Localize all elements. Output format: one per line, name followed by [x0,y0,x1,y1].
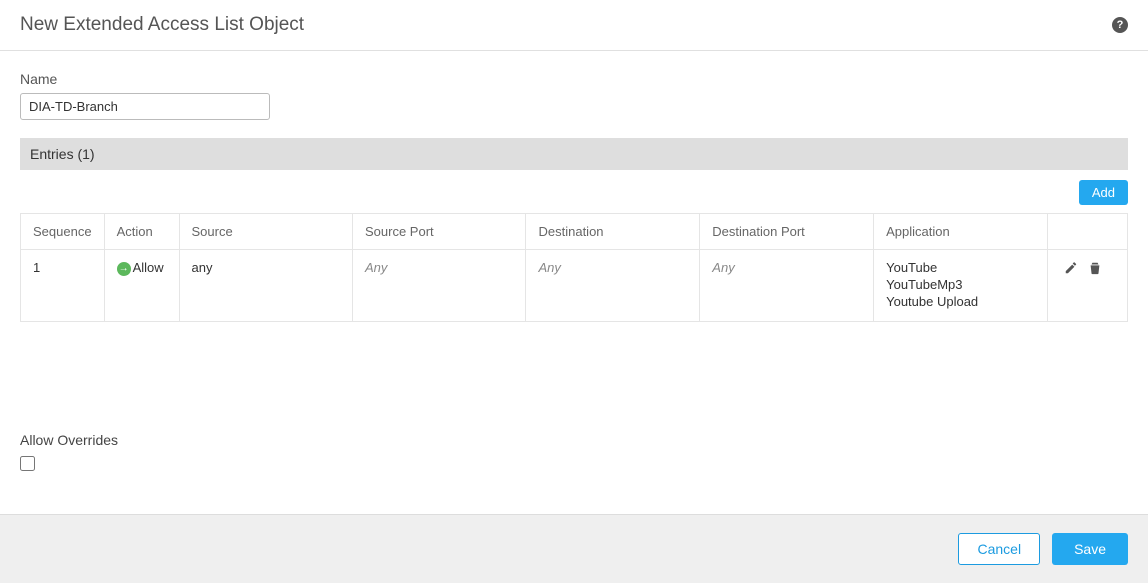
col-application: Application [874,214,1048,250]
add-button[interactable]: Add [1079,180,1128,205]
col-destination: Destination [526,214,700,250]
col-action: Action [104,214,179,250]
application-item: YouTube [886,260,1035,277]
cell-source: any [179,250,352,322]
action-text: Allow [133,260,164,275]
cell-destination: Any [526,250,700,322]
table-row[interactable]: 1 →Allow any Any Any Any YouTube YouTube… [21,250,1128,322]
application-item: Youtube Upload [886,294,1035,311]
dialog-body: Name Entries (1) Add Sequence Action Sou… [0,51,1148,514]
overrides-label: Allow Overrides [20,432,1128,448]
cell-tools [1048,250,1128,322]
application-item: YouTubeMp3 [886,277,1035,294]
help-icon[interactable]: ? [1112,17,1128,33]
cell-destination-port: Any [700,250,874,322]
cell-application: YouTube YouTubeMp3 Youtube Upload [874,250,1048,322]
dialog-footer: Cancel Save [0,514,1148,583]
col-source: Source [179,214,352,250]
entries-table: Sequence Action Source Source Port Desti… [20,213,1128,322]
dialog-title: New Extended Access List Object [20,14,304,36]
overrides-section: Allow Overrides [20,432,1128,474]
dialog-header: New Extended Access List Object ? [0,0,1148,51]
name-label: Name [20,71,1128,87]
cell-sequence: 1 [21,250,105,322]
col-source-port: Source Port [353,214,526,250]
edit-icon[interactable] [1064,261,1080,277]
col-destination-port: Destination Port [700,214,874,250]
cancel-button[interactable]: Cancel [958,533,1040,565]
cell-source-port: Any [353,250,526,322]
delete-icon[interactable] [1088,261,1104,277]
entries-section-header: Entries (1) [20,138,1128,170]
overrides-checkbox[interactable] [20,456,35,471]
col-sequence: Sequence [21,214,105,250]
cell-action: →Allow [104,250,179,322]
col-tools [1048,214,1128,250]
name-input[interactable] [20,93,270,120]
save-button[interactable]: Save [1052,533,1128,565]
allow-icon: → [117,262,131,276]
